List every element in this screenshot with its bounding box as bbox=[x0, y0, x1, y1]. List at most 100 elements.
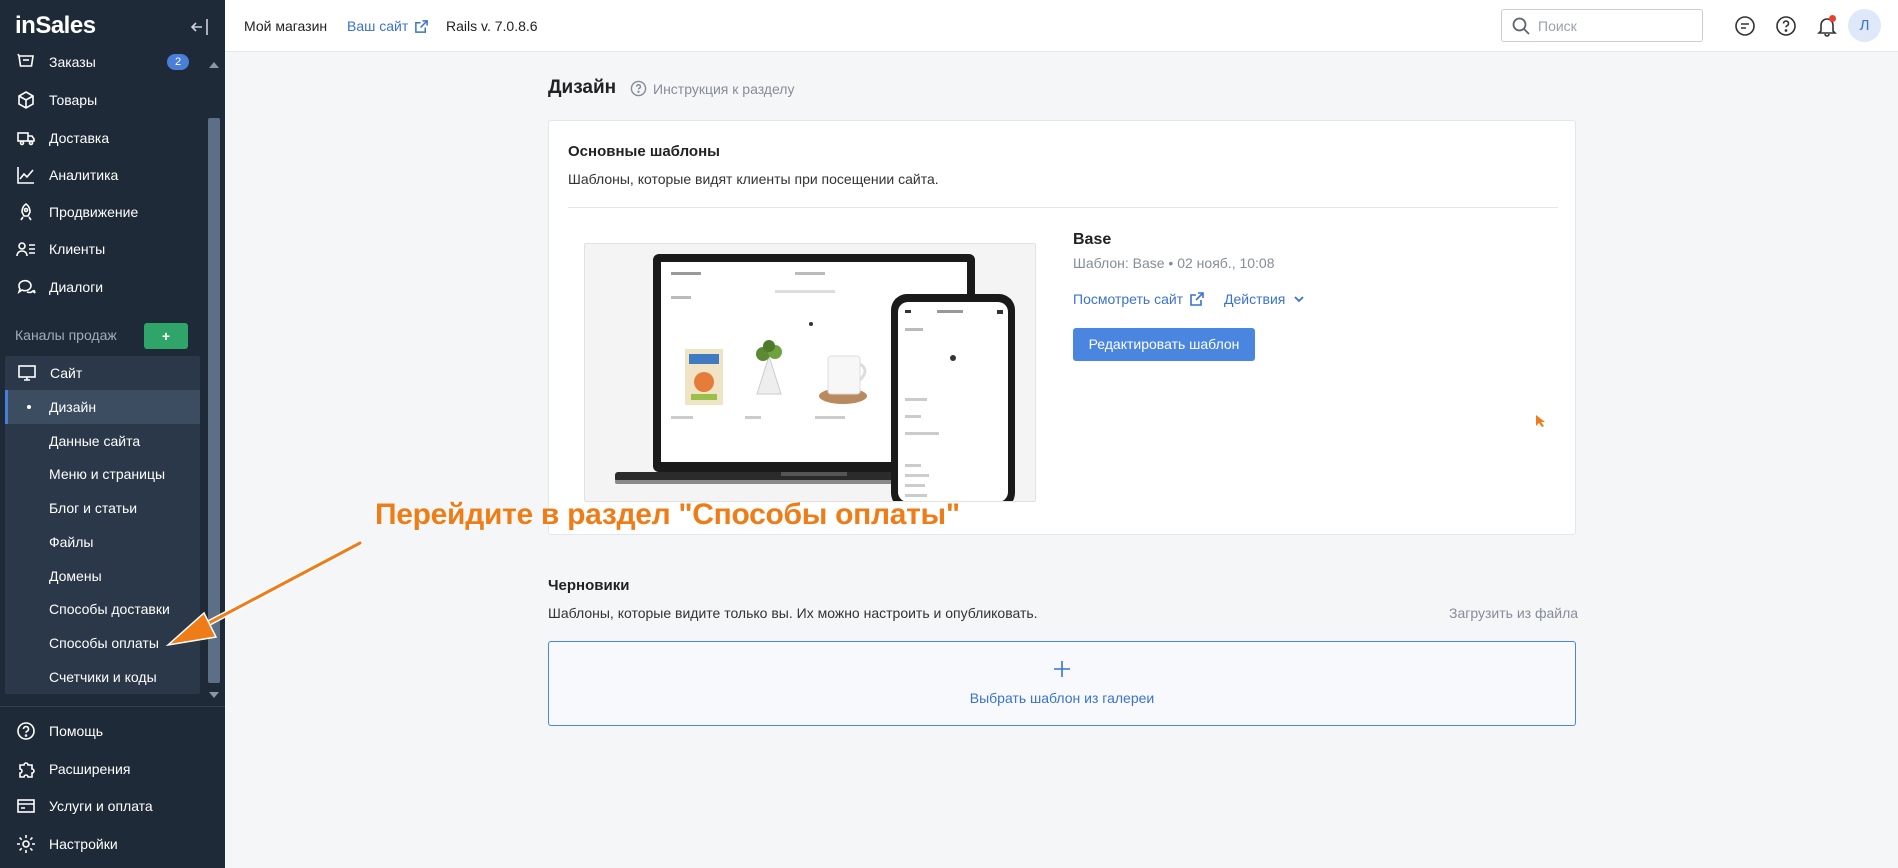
sales-channels-label: Каналы продаж bbox=[15, 327, 117, 343]
page-title: Дизайн bbox=[548, 77, 617, 98]
sidebar-item-label: Товары bbox=[49, 92, 98, 108]
sidebar-item-extensions[interactable]: Расширения bbox=[0, 751, 205, 787]
template-preview-image[interactable] bbox=[584, 243, 1036, 502]
actions-label: Действия bbox=[1224, 291, 1286, 307]
rocket-icon bbox=[15, 201, 37, 223]
drafts-title: Черновики bbox=[548, 577, 630, 594]
template-name: Base bbox=[1073, 231, 1112, 248]
sidebar-item-label: Сайт bbox=[50, 365, 83, 381]
sidebar-item-label: Продвижение bbox=[49, 204, 139, 220]
sidebar-item-delivery[interactable]: Доставка bbox=[0, 120, 205, 156]
card-divider bbox=[568, 207, 1558, 208]
gear-icon bbox=[15, 833, 37, 855]
plus-icon bbox=[1052, 659, 1072, 679]
main-templates-card: Основные шаблоны Шаблоны, которые видят … bbox=[548, 120, 1576, 535]
cart-icon bbox=[15, 51, 37, 73]
top-bar: Мой магазин Ваш сайт Rails v. 7.0.8.6 По… bbox=[225, 0, 1898, 52]
external-link-icon bbox=[415, 19, 429, 33]
sidebar-subitem-label: Дизайн bbox=[49, 399, 97, 415]
tutorial-arrow-icon bbox=[165, 540, 363, 647]
sidebar-item-dialogs[interactable]: Диалоги bbox=[0, 269, 205, 305]
box-icon bbox=[15, 89, 37, 111]
sidebar-item-label: Настройки bbox=[49, 836, 118, 852]
instruction-link[interactable]: Инструкция к разделу bbox=[630, 80, 794, 97]
view-site-link[interactable]: Посмотреть сайт bbox=[1073, 291, 1205, 307]
scroll-down-arrow[interactable] bbox=[209, 692, 219, 698]
clients-icon bbox=[15, 238, 37, 260]
collapse-sidebar-icon[interactable] bbox=[188, 16, 210, 38]
sidebar-item-promotion[interactable]: Продвижение bbox=[0, 194, 205, 230]
sidebar-divider bbox=[0, 706, 225, 707]
help-icon[interactable] bbox=[1775, 15, 1797, 37]
rails-version: Rails v. 7.0.8.6 bbox=[446, 18, 538, 34]
active-dot-icon bbox=[27, 405, 31, 409]
sidebar-subitem-design[interactable]: Дизайн bbox=[5, 390, 200, 424]
chevron-down-icon bbox=[1294, 296, 1304, 303]
main-templates-subtitle: Шаблоны, которые видят клиенты при посещ… bbox=[568, 171, 939, 187]
sidebar-item-orders[interactable]: Заказы 2 bbox=[0, 44, 205, 80]
mouse-cursor-icon bbox=[1536, 415, 1545, 427]
sidebar-subitem-blog[interactable]: Блог и статьи bbox=[5, 491, 200, 525]
choose-from-gallery-button[interactable]: Выбрать шаблон из галереи bbox=[548, 641, 1576, 726]
tutorial-annotation-text: Перейдите в раздел "Способы оплаты" bbox=[375, 498, 960, 531]
main-templates-title: Основные шаблоны bbox=[568, 143, 720, 160]
sidebar-subitem-label: Блог и статьи bbox=[49, 500, 138, 516]
sidebar-subitem-menu-pages[interactable]: Меню и страницы bbox=[5, 457, 200, 491]
sidebar-subitem-counters[interactable]: Счетчики и коды bbox=[5, 660, 200, 694]
your-site-link[interactable]: Ваш сайт bbox=[347, 18, 429, 34]
puzzle-icon bbox=[15, 758, 37, 780]
sidebar-subitem-label: Домены bbox=[49, 568, 102, 584]
upload-from-file-link[interactable]: Загрузить из файла bbox=[1449, 605, 1578, 621]
help-circle-icon bbox=[630, 80, 647, 97]
sidebar-subitem-label: Меню и страницы bbox=[49, 466, 166, 482]
external-link-icon bbox=[1190, 292, 1204, 306]
template-meta: Шаблон: Base • 02 нояб., 10:08 bbox=[1073, 255, 1275, 271]
help-icon bbox=[15, 720, 37, 742]
shop-name[interactable]: Мой магазин bbox=[244, 18, 327, 34]
bell-icon[interactable] bbox=[1816, 15, 1838, 37]
sidebar-item-label: Аналитика bbox=[49, 167, 119, 183]
sidebar-item-products[interactable]: Товары bbox=[0, 82, 205, 118]
sidebar-item-analytics[interactable]: Аналитика bbox=[0, 157, 205, 193]
sidebar: inSales Заказы 2 Товары Доставка Аналити… bbox=[0, 0, 225, 868]
sidebar-item-label: Помощь bbox=[49, 723, 104, 739]
sidebar-subitem-label: Данные сайта bbox=[49, 433, 141, 449]
sidebar-item-label: Заказы bbox=[49, 54, 96, 70]
avatar[interactable]: Л bbox=[1848, 9, 1881, 42]
scroll-up-arrow[interactable] bbox=[209, 62, 219, 68]
search-icon bbox=[1512, 17, 1530, 35]
chart-line-icon bbox=[15, 164, 37, 186]
drafts-subtitle: Шаблоны, которые видите только вы. Их мо… bbox=[548, 605, 1038, 621]
sidebar-item-help[interactable]: Помощь bbox=[0, 713, 205, 749]
sidebar-item-label: Диалоги bbox=[49, 279, 104, 295]
add-channel-button[interactable]: + bbox=[144, 323, 188, 349]
sidebar-item-label: Клиенты bbox=[49, 241, 106, 257]
messages-icon[interactable] bbox=[1734, 15, 1756, 37]
sidebar-item-site[interactable]: Сайт bbox=[5, 355, 210, 391]
your-site-label: Ваш сайт bbox=[347, 18, 409, 34]
monitor-icon bbox=[16, 362, 38, 384]
notification-dot bbox=[1829, 15, 1836, 22]
truck-icon bbox=[15, 127, 37, 149]
sidebar-item-label: Доставка bbox=[49, 130, 110, 146]
sidebar-item-label: Услуги и оплата bbox=[49, 798, 153, 814]
view-site-label: Посмотреть сайт bbox=[1073, 291, 1184, 307]
orders-count-badge: 2 bbox=[167, 54, 189, 70]
sidebar-item-billing[interactable]: Услуги и оплата bbox=[0, 788, 205, 824]
search-placeholder: Поиск bbox=[1538, 17, 1577, 34]
actions-dropdown[interactable]: Действия bbox=[1224, 291, 1305, 307]
sidebar-subitem-label: Способы доставки bbox=[49, 601, 170, 617]
search-input[interactable]: Поиск bbox=[1501, 9, 1703, 42]
sidebar-item-clients[interactable]: Клиенты bbox=[0, 231, 205, 267]
billing-icon bbox=[15, 795, 37, 817]
sidebar-subitem-label: Счетчики и коды bbox=[49, 669, 157, 685]
gallery-label: Выбрать шаблон из галереи bbox=[969, 690, 1155, 706]
logo[interactable]: inSales bbox=[15, 12, 96, 40]
chat-icon bbox=[15, 276, 37, 298]
instruction-label: Инструкция к разделу bbox=[653, 80, 795, 97]
edit-template-button[interactable]: Редактировать шаблон bbox=[1073, 328, 1255, 361]
sidebar-item-settings[interactable]: Настройки bbox=[0, 826, 205, 862]
sidebar-subitem-site-data[interactable]: Данные сайта bbox=[5, 424, 200, 458]
sidebar-subitem-label: Способы оплаты bbox=[49, 635, 159, 651]
sidebar-item-label: Расширения bbox=[49, 761, 131, 777]
